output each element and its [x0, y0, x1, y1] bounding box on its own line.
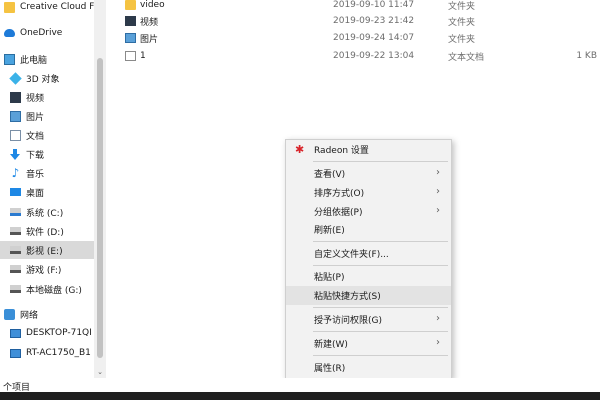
menu-item-new[interactable]: 新建(W) ›	[286, 334, 451, 353]
menu-item-sort-by[interactable]: 排序方式(O) ›	[286, 183, 451, 202]
menu-item-give-access[interactable]: 授予访问权限(G) ›	[286, 310, 451, 329]
chevron-right-icon: ›	[436, 167, 440, 178]
context-menu: ✱ Radeon 设置 查看(V) › 排序方式(O) › 分组依据(P) › …	[285, 139, 452, 379]
nav-3d-objects[interactable]: 3D 对象	[0, 69, 94, 87]
drive-icon	[10, 246, 21, 254]
picture-icon	[10, 110, 21, 122]
nav-documents[interactable]: 文档	[0, 126, 94, 144]
taskbar-edge	[0, 392, 600, 400]
nav-music[interactable]: ♪ 音乐	[0, 164, 94, 182]
nav-downloads[interactable]: 下载	[0, 145, 94, 163]
menu-item-customize-folder[interactable]: 自定义文件夹(F)...	[286, 244, 451, 263]
computer-icon	[4, 53, 15, 65]
document-icon	[10, 129, 21, 141]
nav-drive-f[interactable]: 游戏 (F:)	[0, 260, 94, 278]
monitor-icon	[10, 348, 21, 358]
desktop-icon	[10, 188, 21, 196]
nav-router[interactable]: RT-AC1750_B1	[0, 344, 94, 362]
drive-icon	[10, 227, 21, 235]
menu-item-refresh[interactable]: 刷新(E)	[286, 220, 451, 239]
folder-icon	[4, 1, 15, 13]
chevron-right-icon: ›	[436, 337, 440, 348]
menu-separator	[313, 355, 448, 356]
nav-this-pc[interactable]: 此电脑	[0, 50, 94, 68]
status-bar: 个项目	[0, 378, 600, 393]
chevron-right-icon: ›	[436, 313, 440, 324]
radeon-icon: ✱	[295, 143, 305, 156]
nav-pictures[interactable]: 图片	[0, 107, 94, 125]
menu-separator	[313, 241, 448, 242]
folder-icon	[125, 0, 136, 10]
video-folder-icon	[125, 16, 136, 26]
file-row[interactable]: video 2019-09-10 11:47 文件夹	[110, 0, 600, 13]
file-row[interactable]: 1 2019-09-22 13:04 文本文档 1 KB	[110, 48, 600, 64]
nav-onedrive[interactable]: OneDrive	[0, 24, 94, 42]
sidebar-scrollbar[interactable]: ⌄	[94, 0, 106, 378]
download-icon	[10, 148, 21, 160]
monitor-icon	[10, 328, 21, 338]
menu-separator	[313, 307, 448, 308]
text-file-icon	[125, 51, 136, 61]
network-icon	[4, 308, 15, 320]
cloud-icon	[4, 29, 15, 37]
file-list: video 2019-09-10 11:47 文件夹 视频 2019-09-23…	[110, 0, 600, 70]
nav-drive-c[interactable]: 系统 (C:)	[0, 203, 94, 221]
nav-desktop[interactable]: 桌面	[0, 183, 94, 201]
menu-item-paste-shortcut[interactable]: 粘贴快捷方式(S)	[286, 286, 451, 305]
menu-separator	[313, 161, 448, 162]
system-drive-icon	[10, 208, 21, 216]
menu-item-paste[interactable]: 粘贴(P)	[286, 267, 451, 286]
menu-item-properties[interactable]: 属性(R)	[286, 358, 451, 377]
nav-desktop-pc[interactable]: DESKTOP-71QI	[0, 324, 94, 342]
scroll-down-icon[interactable]: ⌄	[96, 368, 104, 376]
menu-item-radeon-settings[interactable]: ✱ Radeon 设置	[286, 140, 451, 159]
nav-videos[interactable]: 视频	[0, 88, 94, 106]
menu-item-group-by[interactable]: 分组依据(P) ›	[286, 202, 451, 221]
3d-objects-icon	[9, 71, 22, 85]
music-icon: ♪	[11, 165, 20, 180]
chevron-right-icon: ›	[436, 186, 440, 197]
video-icon	[10, 91, 21, 103]
nav-network[interactable]: 网络	[0, 305, 94, 323]
menu-item-view[interactable]: 查看(V) ›	[286, 164, 451, 183]
chevron-right-icon: ›	[436, 205, 440, 216]
nav-drive-g[interactable]: 本地磁盘 (G:)	[0, 280, 94, 298]
nav-drive-e[interactable]: 影视 (E:)	[0, 241, 94, 259]
menu-separator	[313, 265, 448, 266]
picture-folder-icon	[125, 33, 136, 43]
file-row[interactable]: 图片 2019-09-24 14:07 文件夹	[110, 30, 600, 46]
drive-icon	[10, 265, 21, 273]
scrollbar-thumb[interactable]	[97, 58, 103, 358]
menu-separator	[313, 331, 448, 332]
navigation-pane: Creative Cloud F OneDrive 此电脑 3D 对象 视频 图…	[0, 0, 94, 378]
drive-icon	[10, 285, 21, 293]
nav-drive-d[interactable]: 软件 (D:)	[0, 222, 94, 240]
nav-creative-cloud[interactable]: Creative Cloud F	[0, 0, 94, 16]
file-row[interactable]: 视频 2019-09-23 21:42 文件夹	[110, 13, 600, 29]
